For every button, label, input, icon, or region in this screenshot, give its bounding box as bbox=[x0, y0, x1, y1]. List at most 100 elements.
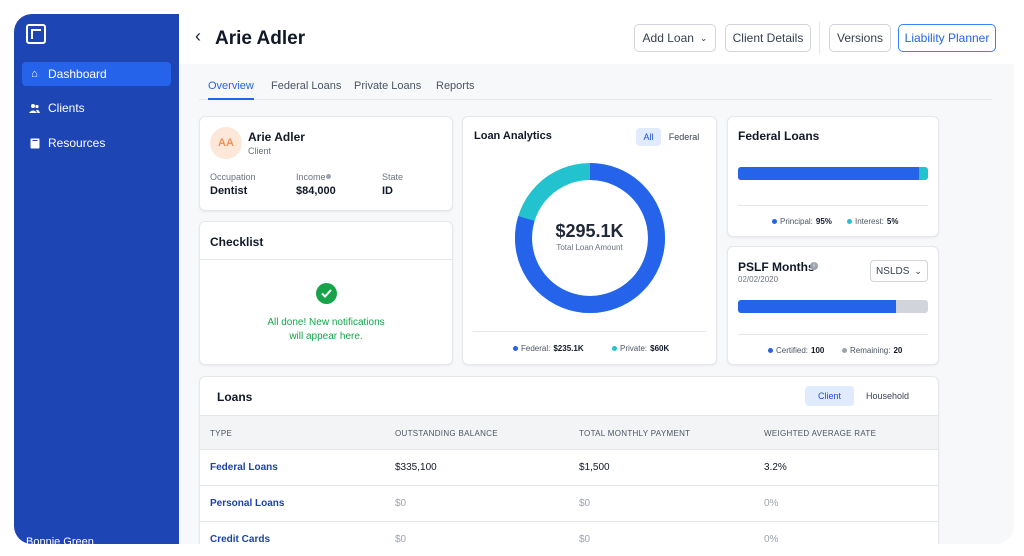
legend-dot-private bbox=[612, 346, 617, 351]
pslf-source-dropdown[interactable]: NSLDS ⌄ bbox=[870, 260, 928, 282]
sidebar-item-resources[interactable]: Resources bbox=[22, 131, 171, 155]
pslf-divider bbox=[738, 334, 928, 335]
legend-principal: Principal: 95% bbox=[772, 217, 832, 226]
users-icon bbox=[29, 103, 40, 114]
analytics-divider bbox=[473, 331, 706, 332]
client-card: AA Arie Adler Client Occupation Dentist … bbox=[199, 116, 453, 211]
header-divider bbox=[819, 22, 820, 54]
main-content: ‹ Arie Adler Add Loan ⌄ Client Details V… bbox=[179, 14, 1014, 544]
client-details-label: Client Details bbox=[732, 31, 804, 45]
loan-analytics-title: Loan Analytics bbox=[474, 130, 552, 142]
add-loan-button[interactable]: Add Loan ⌄ bbox=[634, 24, 716, 52]
row-type[interactable]: Federal Loans bbox=[210, 462, 278, 473]
back-icon[interactable]: ‹ bbox=[195, 26, 201, 47]
checklist-message: All done! New notifications will appear … bbox=[200, 316, 452, 344]
row-rate: 0% bbox=[764, 534, 779, 544]
legend-federal-value: $235.1K bbox=[553, 344, 584, 353]
legend-dot-remaining bbox=[842, 348, 847, 353]
info-icon: i bbox=[810, 262, 818, 270]
occupation-value: Dentist bbox=[210, 185, 248, 197]
loans-table-card: Loans Client Household TYPE OUTSTANDING … bbox=[199, 376, 939, 544]
pslf-title: PSLF Months bbox=[738, 260, 815, 274]
client-role: Client bbox=[248, 146, 272, 156]
total-loan-amount: $295.1K bbox=[555, 221, 624, 241]
legend-remaining: Remaining: 20 bbox=[842, 346, 902, 355]
loans-toggle-household[interactable]: Household bbox=[860, 386, 915, 406]
legend-dot-certified bbox=[768, 348, 773, 353]
state-label: State bbox=[382, 172, 404, 182]
legend-remaining-label: Remaining: bbox=[850, 346, 891, 355]
legend-dot-federal bbox=[513, 346, 518, 351]
legend-certified-value: 100 bbox=[811, 346, 825, 355]
analytics-toggle-all[interactable]: All bbox=[636, 128, 661, 146]
column-header-type: TYPE bbox=[210, 429, 233, 438]
legend-dot-interest bbox=[847, 219, 852, 224]
tab-federal-loans[interactable]: Federal Loans bbox=[271, 80, 341, 92]
tab-reports[interactable]: Reports bbox=[436, 80, 475, 92]
pslf-card: PSLF Months i 02/02/2020 NSLDS ⌄ Certifi… bbox=[727, 246, 939, 365]
row-payment: $0 bbox=[579, 498, 591, 509]
tab-private-loans[interactable]: Private Loans bbox=[354, 80, 421, 92]
row-balance: $335,100 bbox=[395, 462, 437, 473]
column-header-rate: WEIGHTED AVERAGE RATE bbox=[764, 429, 877, 438]
sidebar-item-label: Clients bbox=[48, 101, 85, 115]
chevron-down-icon: ⌄ bbox=[914, 265, 922, 276]
row-rate: 3.2% bbox=[764, 462, 787, 473]
tab-bar: Overview Federal Loans Private Loans Rep… bbox=[199, 72, 992, 100]
row-type[interactable]: Personal Loans bbox=[210, 498, 284, 509]
versions-button[interactable]: Versions bbox=[829, 24, 891, 52]
legend-principal-value: 95% bbox=[815, 217, 832, 226]
federal-loans-bar bbox=[738, 167, 928, 180]
legend-principal-label: Principal: bbox=[780, 217, 813, 226]
loans-toggle-client[interactable]: Client bbox=[805, 386, 854, 406]
liability-planner-button[interactable]: Liability Planner bbox=[898, 24, 996, 52]
sidebar: ⌂ Dashboard Clients Resources Bonnie Gre… bbox=[14, 14, 179, 544]
check-circle-icon bbox=[316, 283, 337, 304]
loan-analytics-card: Loan Analytics All Federal $295.1K Total… bbox=[462, 116, 717, 365]
legend-federal-label: Federal: bbox=[521, 344, 551, 353]
federal-loans-title: Federal Loans bbox=[738, 129, 820, 143]
book-icon bbox=[29, 138, 40, 149]
current-user-name[interactable]: Bonnie Green bbox=[26, 536, 94, 544]
pslf-source-value: NSLDS bbox=[876, 265, 910, 277]
legend-interest: Interest: 5% bbox=[847, 217, 898, 226]
versions-label: Versions bbox=[836, 31, 884, 45]
app-logo[interactable] bbox=[26, 24, 46, 44]
table-row[interactable]: Credit Cards $0 $0 0% bbox=[200, 521, 938, 544]
sidebar-item-label: Dashboard bbox=[48, 67, 107, 81]
analytics-toggle-federal[interactable]: Federal bbox=[663, 128, 705, 146]
sidebar-item-dashboard[interactable]: ⌂ Dashboard bbox=[22, 62, 171, 86]
page-header: ‹ Arie Adler Add Loan ⌄ Client Details V… bbox=[179, 14, 1014, 64]
tab-overview[interactable]: Overview bbox=[208, 80, 254, 100]
legend-private-label: Private: bbox=[620, 344, 648, 353]
federal-loans-card: Federal Loans Principal: 95% Interest: 5… bbox=[727, 116, 939, 237]
column-header-payment: TOTAL MONTHLY PAYMENT bbox=[579, 429, 691, 438]
sidebar-item-label: Resources bbox=[48, 136, 106, 150]
chevron-down-icon: ⌄ bbox=[699, 32, 708, 43]
legend-certified-label: Certified: bbox=[776, 346, 809, 355]
legend-federal: Federal: $235.1K bbox=[513, 344, 584, 353]
legend-interest-label: Interest: bbox=[855, 217, 884, 226]
pslf-progress-bar bbox=[738, 300, 928, 313]
client-name: Arie Adler bbox=[248, 130, 305, 144]
checklist-card: Checklist All done! New notifications wi… bbox=[199, 221, 453, 365]
row-balance: $0 bbox=[395, 498, 407, 509]
legend-remaining-value: 20 bbox=[893, 346, 903, 355]
client-details-button[interactable]: Client Details bbox=[725, 24, 811, 52]
checklist-message-line2: will appear here. bbox=[289, 331, 363, 342]
page-title: Arie Adler bbox=[215, 28, 306, 49]
checklist-message-line1: All done! New notifications bbox=[267, 317, 385, 328]
liability-planner-label: Liability Planner bbox=[904, 31, 990, 45]
pslf-date: 02/02/2020 bbox=[738, 275, 779, 284]
table-row[interactable]: Personal Loans $0 $0 0% bbox=[200, 485, 938, 521]
sidebar-item-clients[interactable]: Clients bbox=[22, 96, 171, 120]
row-type[interactable]: Credit Cards bbox=[210, 534, 270, 544]
add-loan-label: Add Loan bbox=[642, 31, 694, 45]
row-payment: $0 bbox=[579, 534, 591, 544]
income-label: Income bbox=[296, 172, 326, 182]
row-payment: $1,500 bbox=[579, 462, 610, 473]
table-row[interactable]: Federal Loans $335,100 $1,500 3.2% bbox=[200, 449, 938, 485]
legend-interest-value: 5% bbox=[886, 217, 899, 226]
legend-dot-principal bbox=[772, 219, 777, 224]
legend-certified: Certified: 100 bbox=[768, 346, 824, 355]
